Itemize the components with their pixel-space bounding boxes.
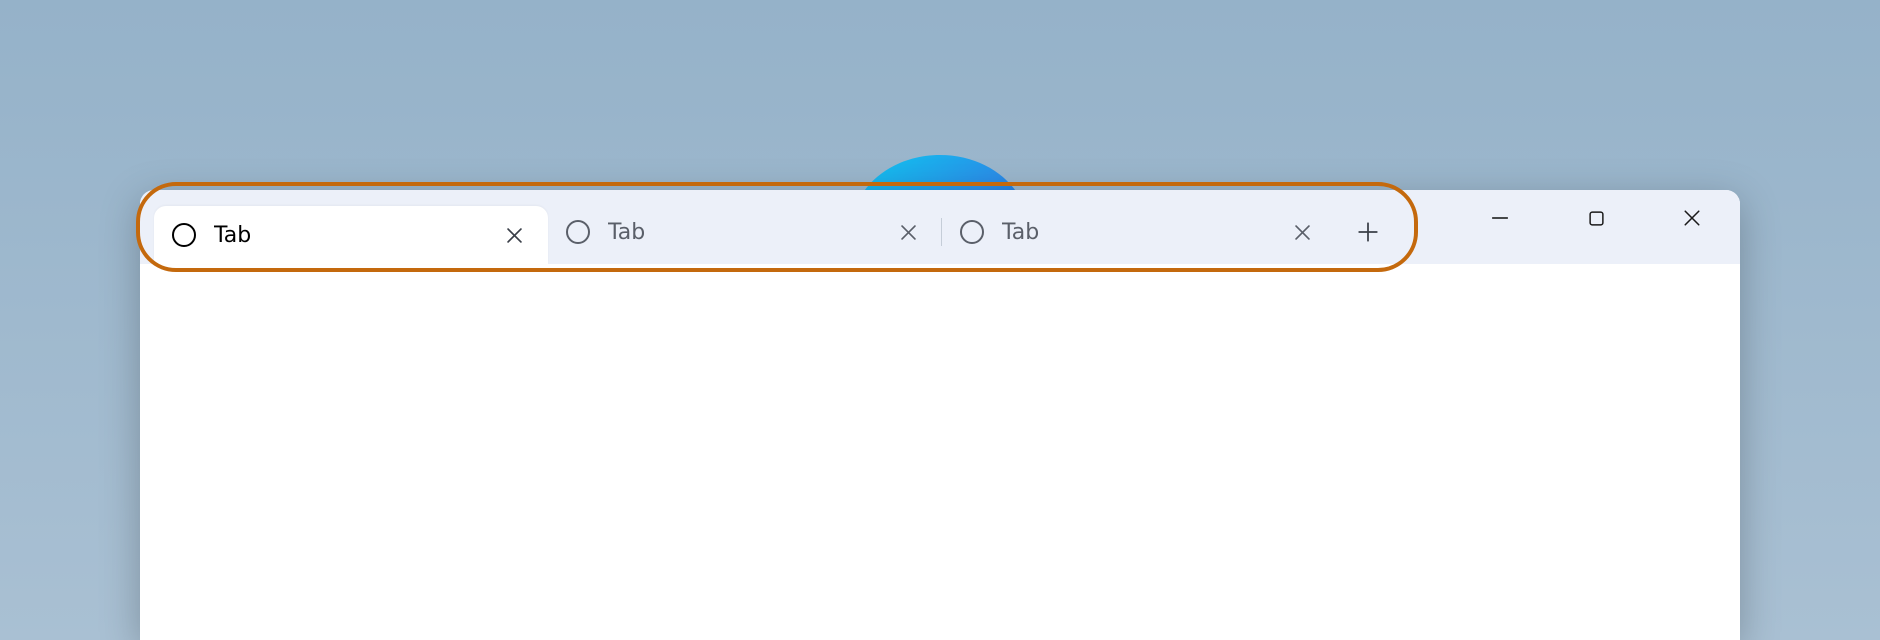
close-icon	[1683, 209, 1701, 227]
caption-buttons	[1452, 190, 1740, 264]
page-content	[140, 264, 1740, 640]
tab-separator	[941, 218, 942, 246]
tab-label: Tab	[1002, 220, 1286, 245]
maximize-button[interactable]	[1548, 190, 1644, 246]
minimize-button[interactable]	[1452, 190, 1548, 246]
tab-label: Tab	[214, 223, 498, 248]
minimize-icon	[1491, 209, 1509, 227]
favicon-placeholder-icon	[566, 220, 590, 244]
close-icon	[507, 228, 522, 243]
tab-1[interactable]: Tab	[548, 206, 942, 258]
tab-0[interactable]: Tab	[154, 206, 548, 264]
close-window-button[interactable]	[1644, 190, 1740, 246]
plus-icon	[1357, 221, 1379, 243]
close-tab-button[interactable]	[498, 219, 530, 251]
new-tab-button[interactable]	[1342, 206, 1394, 258]
tab-strip: Tab Tab Tab	[140, 190, 1394, 264]
maximize-icon	[1588, 210, 1605, 227]
favicon-placeholder-icon	[960, 220, 984, 244]
close-icon	[1295, 225, 1310, 240]
title-bar[interactable]: Tab Tab Tab	[140, 190, 1740, 264]
favicon-placeholder-icon	[172, 223, 196, 247]
browser-window: Tab Tab Tab	[140, 190, 1740, 640]
close-tab-button[interactable]	[1286, 216, 1318, 248]
tab-label: Tab	[608, 220, 892, 245]
tab-2[interactable]: Tab	[942, 206, 1336, 258]
close-icon	[901, 225, 916, 240]
close-tab-button[interactable]	[892, 216, 924, 248]
